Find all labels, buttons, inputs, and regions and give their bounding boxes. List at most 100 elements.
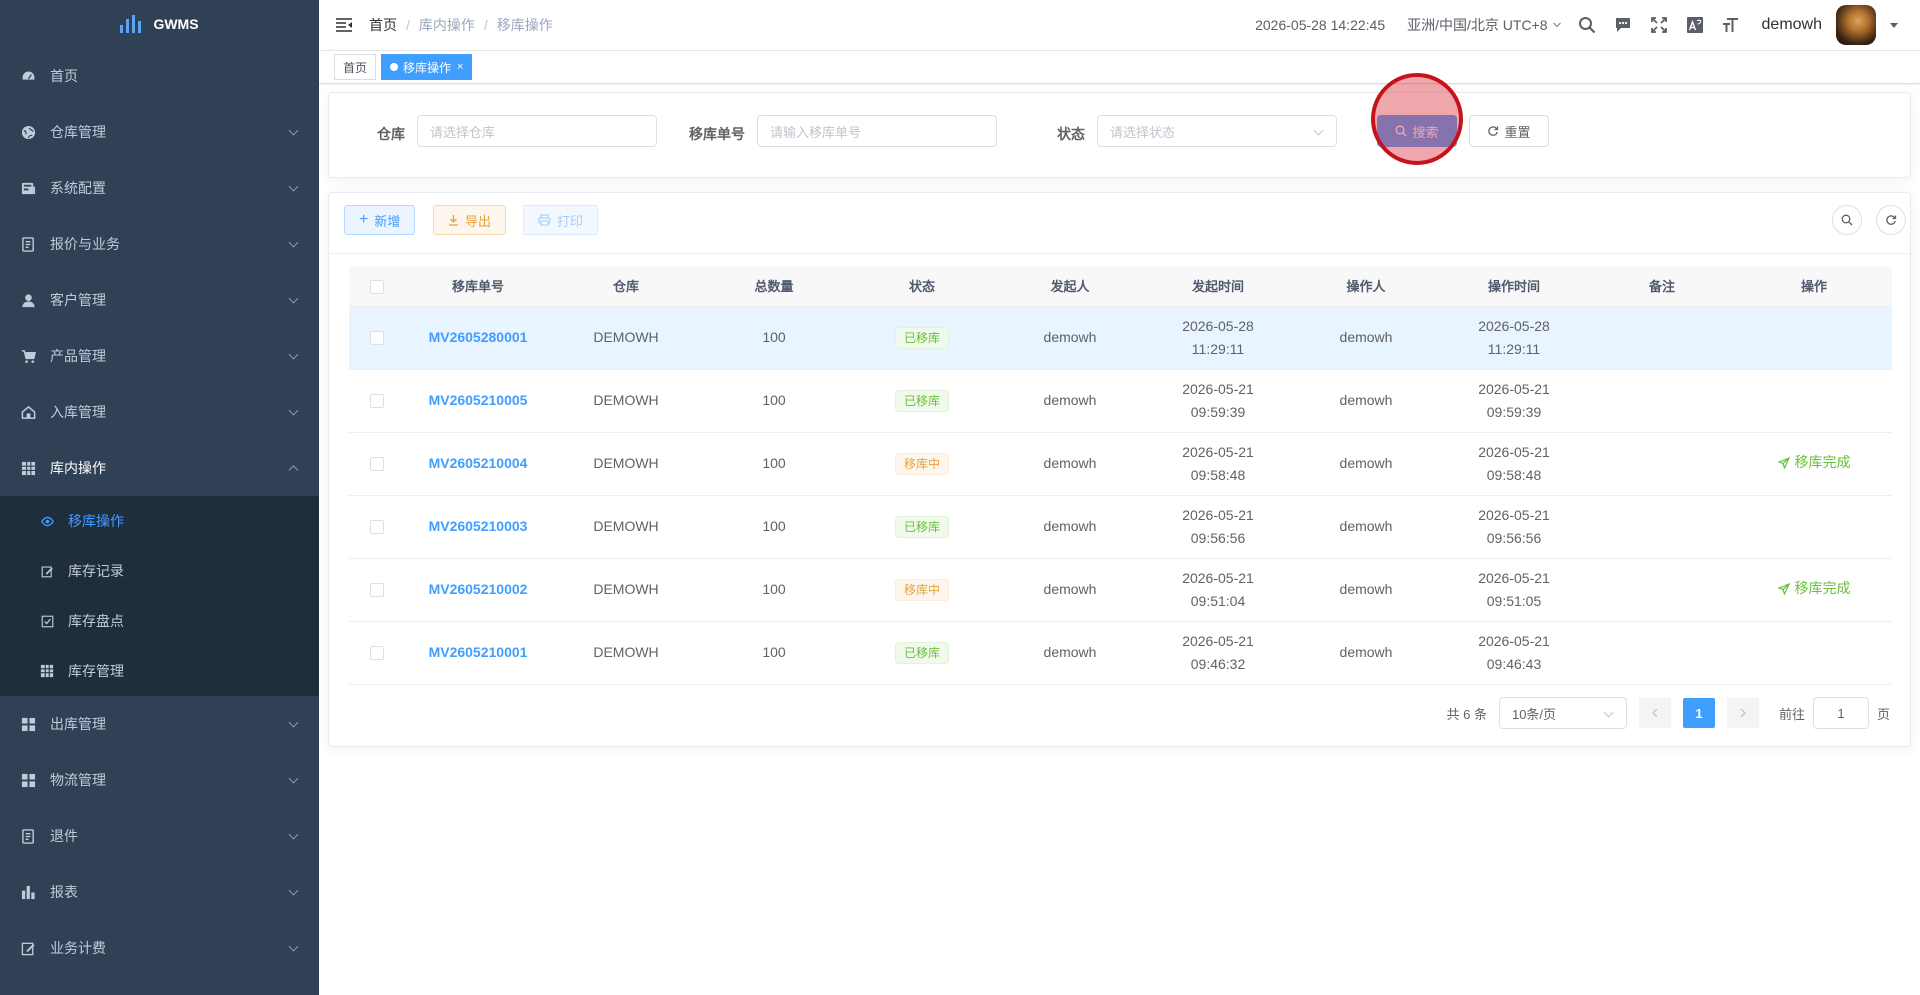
tag-move-operation[interactable]: 移库操作 × bbox=[381, 54, 473, 80]
row-checkbox[interactable] bbox=[369, 457, 384, 472]
fullscreen-icon[interactable] bbox=[1648, 14, 1670, 36]
sidebar-item-products[interactable]: 产品管理 bbox=[0, 328, 319, 384]
logo-icon bbox=[120, 15, 142, 33]
print-button-label: 打印 bbox=[557, 213, 584, 229]
prev-page-button[interactable] bbox=[1638, 698, 1671, 728]
search-button[interactable]: 搜索 bbox=[1377, 115, 1457, 147]
send-icon bbox=[1777, 582, 1790, 595]
warehouse-input[interactable]: 请选择仓库 bbox=[417, 115, 657, 147]
status-label: 状态 bbox=[1057, 126, 1085, 142]
table-row[interactable]: MV2605280001 DEMOWH 100 已移库 demowh 2026-05-28… bbox=[349, 306, 1892, 370]
search-icon[interactable] bbox=[1576, 14, 1598, 36]
next-page-button[interactable] bbox=[1726, 698, 1759, 728]
avatar[interactable] bbox=[1836, 5, 1876, 45]
move-no-link[interactable]: MV2605210004 bbox=[429, 455, 528, 471]
sidebar-item-billing[interactable]: 业务计费 bbox=[0, 920, 319, 976]
hamburger-icon[interactable] bbox=[319, 0, 369, 50]
action-cell bbox=[1736, 621, 1892, 685]
move-no-link[interactable]: MV2605210003 bbox=[429, 518, 528, 534]
font-size-icon[interactable] bbox=[1720, 14, 1742, 36]
print-button[interactable]: 打印 bbox=[523, 205, 599, 235]
sidebar-item-inbound[interactable]: 入库管理 bbox=[0, 384, 319, 440]
move-no-link[interactable]: MV2605210005 bbox=[429, 392, 528, 408]
row-checkbox[interactable] bbox=[369, 583, 384, 598]
select-all-cell[interactable] bbox=[349, 266, 404, 307]
refresh-button[interactable] bbox=[1876, 205, 1906, 235]
sidebar-item-system-config[interactable]: 系统配置 bbox=[0, 160, 319, 216]
sidebar-item-reports[interactable]: 报表 bbox=[0, 864, 319, 920]
row-select-cell[interactable] bbox=[349, 558, 404, 622]
row-checkbox[interactable] bbox=[369, 331, 384, 346]
export-button[interactable]: 导出 bbox=[433, 205, 507, 235]
table-row[interactable]: MV2605210003 DEMOWH 100 已移库 demowh 2026-05-21… bbox=[349, 495, 1892, 559]
sidebar-item-returns[interactable]: 退件 bbox=[0, 808, 319, 864]
timezone-select[interactable]: 亚洲/中国/北京 UTC+8 bbox=[1407, 15, 1561, 35]
remark-cell bbox=[1588, 432, 1736, 496]
table-row[interactable]: MV2605210002 DEMOWH 100 移库中 demowh 2026-05-21… bbox=[349, 558, 1892, 622]
init-time: 11:29:11 bbox=[1191, 340, 1245, 357]
breadcrumb-home[interactable]: 首页 bbox=[369, 15, 397, 35]
logo[interactable]: GWMS bbox=[0, 0, 319, 48]
initiator-cell: demowh bbox=[996, 621, 1144, 685]
sidebar-item-outbound[interactable]: 出库管理 bbox=[0, 696, 319, 752]
sidebar-item-warehouse[interactable]: 仓库管理 bbox=[0, 104, 319, 160]
sidebar-item-label: 出库管理 bbox=[50, 716, 106, 732]
breadcrumb-in-warehouse[interactable]: 库内操作 bbox=[419, 15, 475, 35]
init-time-cell: 2026-05-28 11:29:11 bbox=[1144, 306, 1292, 370]
row-select-cell[interactable] bbox=[349, 369, 404, 433]
row-checkbox[interactable] bbox=[369, 394, 384, 409]
goto-page-input[interactable]: 1 bbox=[1812, 697, 1869, 729]
status-select[interactable]: 请选择状态 bbox=[1097, 115, 1337, 147]
sidebar-item-label: 退件 bbox=[50, 828, 78, 844]
sidebar-item-move-operation[interactable]: 移库操作 bbox=[0, 496, 319, 546]
message-icon[interactable] bbox=[1612, 14, 1634, 36]
column-header: 移库单号 bbox=[404, 266, 552, 307]
complete-move-link[interactable]: 移库完成 bbox=[1777, 451, 1851, 474]
select-all-checkbox[interactable] bbox=[369, 279, 384, 294]
sidebar-item-home[interactable]: 首页 bbox=[0, 48, 319, 104]
caret-down-icon[interactable] bbox=[1890, 22, 1898, 28]
move-no-link[interactable]: MV2605210002 bbox=[429, 581, 528, 597]
sidebar-item-logistics[interactable]: 物流管理 bbox=[0, 752, 319, 808]
toggle-search-button[interactable] bbox=[1832, 205, 1862, 235]
chevron-up-icon bbox=[288, 465, 299, 476]
move-no-input[interactable]: 请输入移库单号 bbox=[757, 115, 997, 147]
timezone-label: 亚洲/中国/北京 UTC+8 bbox=[1407, 17, 1548, 33]
table-row[interactable]: MV2605210001 DEMOWH 100 已移库 demowh 2026-05-21… bbox=[349, 621, 1892, 685]
page-size-select[interactable]: 10条/页 bbox=[1498, 697, 1627, 729]
add-button[interactable]: + 新增 bbox=[344, 205, 416, 235]
op-date: 2026-05-21 bbox=[1478, 443, 1550, 460]
sidebar-item-stock-count[interactable]: 库存盘点 bbox=[0, 596, 319, 646]
divider bbox=[329, 253, 1910, 254]
sidebar-item-in-warehouse[interactable]: 库内操作 bbox=[0, 440, 319, 496]
action-cell: 移库完成 bbox=[1736, 558, 1892, 622]
page-number[interactable]: 1 bbox=[1682, 698, 1715, 728]
username[interactable]: demowh bbox=[1762, 16, 1822, 34]
table-row[interactable]: MV2605210005 DEMOWH 100 已移库 demowh 2026-05-21… bbox=[349, 369, 1892, 433]
sidebar-item-quote-business[interactable]: 报价与业务 bbox=[0, 216, 319, 272]
row-checkbox[interactable] bbox=[369, 646, 384, 661]
row-select-cell[interactable] bbox=[349, 432, 404, 496]
grid-icon bbox=[40, 664, 54, 678]
move-no-placeholder: 请输入移库单号 bbox=[770, 124, 862, 140]
sidebar-item-label: 库存管理 bbox=[68, 663, 124, 679]
tag-home[interactable]: 首页 bbox=[334, 54, 377, 80]
row-checkbox[interactable] bbox=[369, 520, 384, 535]
close-icon[interactable]: × bbox=[457, 61, 463, 73]
chevron-right-icon bbox=[1740, 708, 1746, 718]
sidebar-item-label: 库存记录 bbox=[68, 563, 124, 579]
language-icon[interactable] bbox=[1684, 14, 1706, 36]
complete-move-link[interactable]: 移库完成 bbox=[1777, 577, 1851, 600]
initiator-cell: demowh bbox=[996, 558, 1144, 622]
reset-button[interactable]: 重置 bbox=[1469, 115, 1549, 147]
row-select-cell[interactable] bbox=[349, 495, 404, 559]
move-no-link[interactable]: MV2605210001 bbox=[429, 644, 528, 660]
table-row[interactable]: MV2605210004 DEMOWH 100 移库中 demowh 2026-05-21… bbox=[349, 432, 1892, 496]
row-select-cell[interactable] bbox=[349, 306, 404, 370]
sidebar-item-customers[interactable]: 客户管理 bbox=[0, 272, 319, 328]
sidebar-item-stock-records[interactable]: 库存记录 bbox=[0, 546, 319, 596]
move-no-link[interactable]: MV2605280001 bbox=[429, 329, 528, 345]
row-select-cell[interactable] bbox=[349, 621, 404, 685]
chevron-down-icon bbox=[288, 349, 299, 360]
sidebar-item-stock-management[interactable]: 库存管理 bbox=[0, 646, 319, 696]
